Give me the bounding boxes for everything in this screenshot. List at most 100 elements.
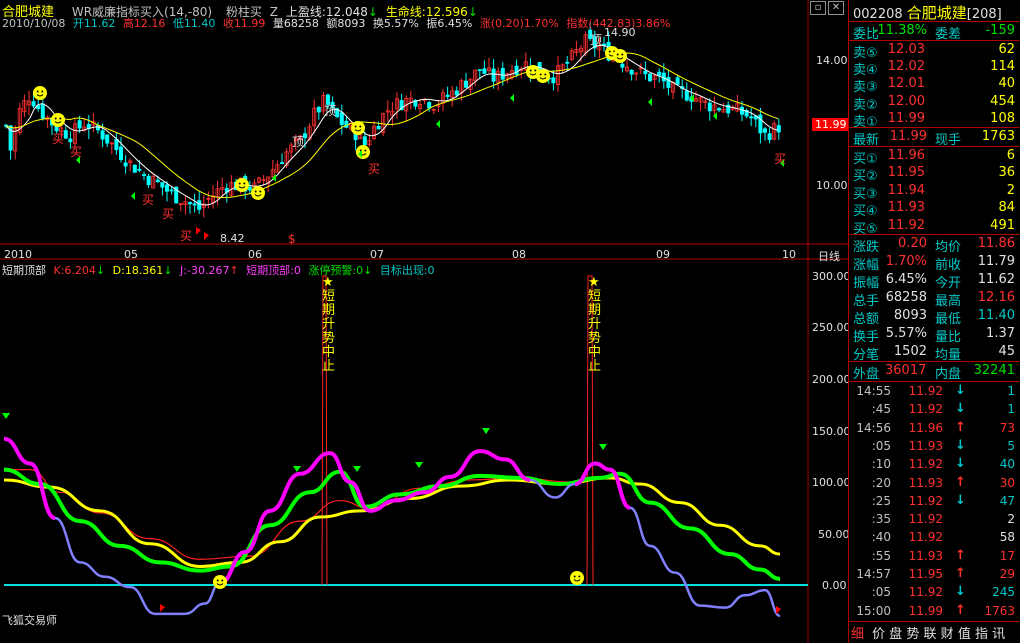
smiley-eye <box>534 69 537 72</box>
candle-body <box>482 68 487 74</box>
stat-value: 5.57% <box>885 326 927 341</box>
date-2010: 2010 <box>4 248 32 261</box>
bar-amplitude: 振6.45% <box>426 17 473 30</box>
tab-detail[interactable]: 细 <box>851 627 864 642</box>
tick-row: :05 11.93 ↓ 5 <box>849 438 1020 456</box>
candle-body <box>551 77 556 84</box>
candle-body <box>514 65 519 75</box>
ask-row[interactable]: 卖③ 12.01 40 <box>849 75 1020 95</box>
green-down-arrow-icon <box>415 462 423 468</box>
stat-row: 总手 68258 最高 12.16 <box>849 289 1020 309</box>
bar-date: 2010/10/08 <box>2 17 66 30</box>
stat-value: 11.79 <box>977 254 1015 269</box>
buy-marker: 买 <box>70 145 83 159</box>
bid-row[interactable]: 买④ 11.93 84 <box>849 199 1020 219</box>
inner-label: 内盘 <box>935 367 962 382</box>
smiley-icon <box>51 113 65 127</box>
bar-volume: 量68258 <box>272 17 319 30</box>
red-flag-icon <box>160 604 165 612</box>
buy-marker: 买 <box>368 162 381 176</box>
tick-time: :55 <box>871 548 891 563</box>
tick-volume: 47 <box>999 493 1015 508</box>
smiley-eye <box>616 53 619 56</box>
candle-body <box>661 72 666 82</box>
tick-row: :45 11.92 ↓ 1 <box>849 401 1020 419</box>
ask-price: 12.02 <box>887 59 925 75</box>
stat-value: 8093 <box>893 308 927 323</box>
ask-price: 12.00 <box>887 93 925 109</box>
bid-price: 11.94 <box>887 182 925 198</box>
smiley-eye <box>359 125 362 128</box>
candle-body <box>77 120 82 129</box>
tick-arrow: ↓ <box>955 437 966 453</box>
bid-row[interactable]: 买⑤ 11.92 491 <box>849 217 1020 237</box>
period-label[interactable]: 日线 <box>818 248 840 264</box>
date-09: 09 <box>656 248 670 261</box>
candle-body <box>247 186 252 191</box>
smiley-eye <box>221 579 224 582</box>
candle-body <box>675 77 680 85</box>
close-button[interactable]: ✕ <box>828 1 844 15</box>
tick-volume: 1 <box>1007 402 1015 417</box>
tick-volume: 5 <box>1007 438 1015 453</box>
tick-volume: 1763 <box>984 603 1015 618</box>
ask-price: 12.03 <box>887 42 925 57</box>
bid-price: 11.96 <box>887 148 925 163</box>
stat-row: 换手 5.57% 量比 1.37 <box>849 325 1020 345</box>
candle-body <box>684 90 689 101</box>
candle-body <box>776 125 781 133</box>
red-flag-icon <box>776 606 781 614</box>
date-07: 07 <box>370 248 384 261</box>
outer-inner-row: 外盘 36017 内盘 32241 <box>849 362 1020 382</box>
tick-price: 11.92 <box>908 457 943 472</box>
quote-panel: 002208 合肥城建[208] 委比 -11.38% 委差 -159 卖⑤ 1… <box>848 0 1020 643</box>
smiley-eye <box>364 149 367 152</box>
smiley-icon <box>613 49 627 63</box>
price-label-14: 14.00 <box>816 54 848 67</box>
candle-body <box>362 136 367 146</box>
limit-arrow: ↓ <box>363 264 373 277</box>
chart-area[interactable]: 合肥城建 WR威廉指标买入(14,-80) 粉柱买 Z 上盈线:12.048↓ … <box>0 0 851 643</box>
tick-time: 14:57 <box>856 567 891 581</box>
candle-body <box>657 71 662 76</box>
bid-volume: 491 <box>990 217 1015 233</box>
buy-marker: 买 <box>180 229 193 243</box>
green-arrow-icon <box>713 112 717 120</box>
tick-time: :25 <box>871 493 891 508</box>
smiley-eye <box>243 182 246 185</box>
smiley-eye <box>539 73 542 76</box>
bid-price: 11.95 <box>887 165 925 181</box>
high-mark: 14.90 <box>604 26 636 39</box>
stat-value: 6.45% <box>885 272 927 287</box>
footer-brand: 飞狐交易师 <box>2 614 57 627</box>
ask-row[interactable]: 卖⑤ 12.03 62 <box>849 41 1020 61</box>
panel-tabs[interactable]: 价 盘 势 联 财 值 指 讯 <box>872 627 1005 642</box>
tick-arrow: ↓ <box>955 492 966 508</box>
tick-row: 15:00 11.99 ↑ 1763 <box>849 603 1020 621</box>
candle-body <box>666 77 671 88</box>
bid-row[interactable]: 买① 11.96 6 <box>849 147 1020 167</box>
stat-value: 0.20 <box>898 236 927 251</box>
date-05: 05 <box>124 248 138 261</box>
ask-row[interactable]: 卖④ 12.02 114 <box>849 58 1020 78</box>
ask-row[interactable]: 卖② 12.00 454 <box>849 93 1020 113</box>
bid-volume: 6 <box>1006 148 1015 163</box>
tick-time: :20 <box>871 475 891 490</box>
maximize-button[interactable]: ▫ <box>810 1 826 15</box>
candle-body <box>477 69 482 72</box>
bid-row[interactable]: 买② 11.95 36 <box>849 164 1020 184</box>
candle-body <box>763 128 768 133</box>
smiley-icon <box>536 69 550 83</box>
smiley-eye <box>259 190 262 193</box>
green-down-arrow-icon <box>482 428 490 434</box>
ask-volume: 108 <box>990 110 1015 126</box>
smiley-mouth <box>216 583 224 586</box>
smiley-icon <box>251 186 265 200</box>
green-arrow-icon <box>131 192 135 200</box>
bid-row[interactable]: 买③ 11.94 2 <box>849 182 1020 202</box>
ask-row[interactable]: 卖① 11.99 108 <box>849 110 1020 130</box>
candlestick-chart[interactable] <box>0 0 848 260</box>
tick-time: 14:55 <box>856 384 891 398</box>
smiley-eye <box>573 575 576 578</box>
tick-price: 11.92 <box>908 493 943 508</box>
